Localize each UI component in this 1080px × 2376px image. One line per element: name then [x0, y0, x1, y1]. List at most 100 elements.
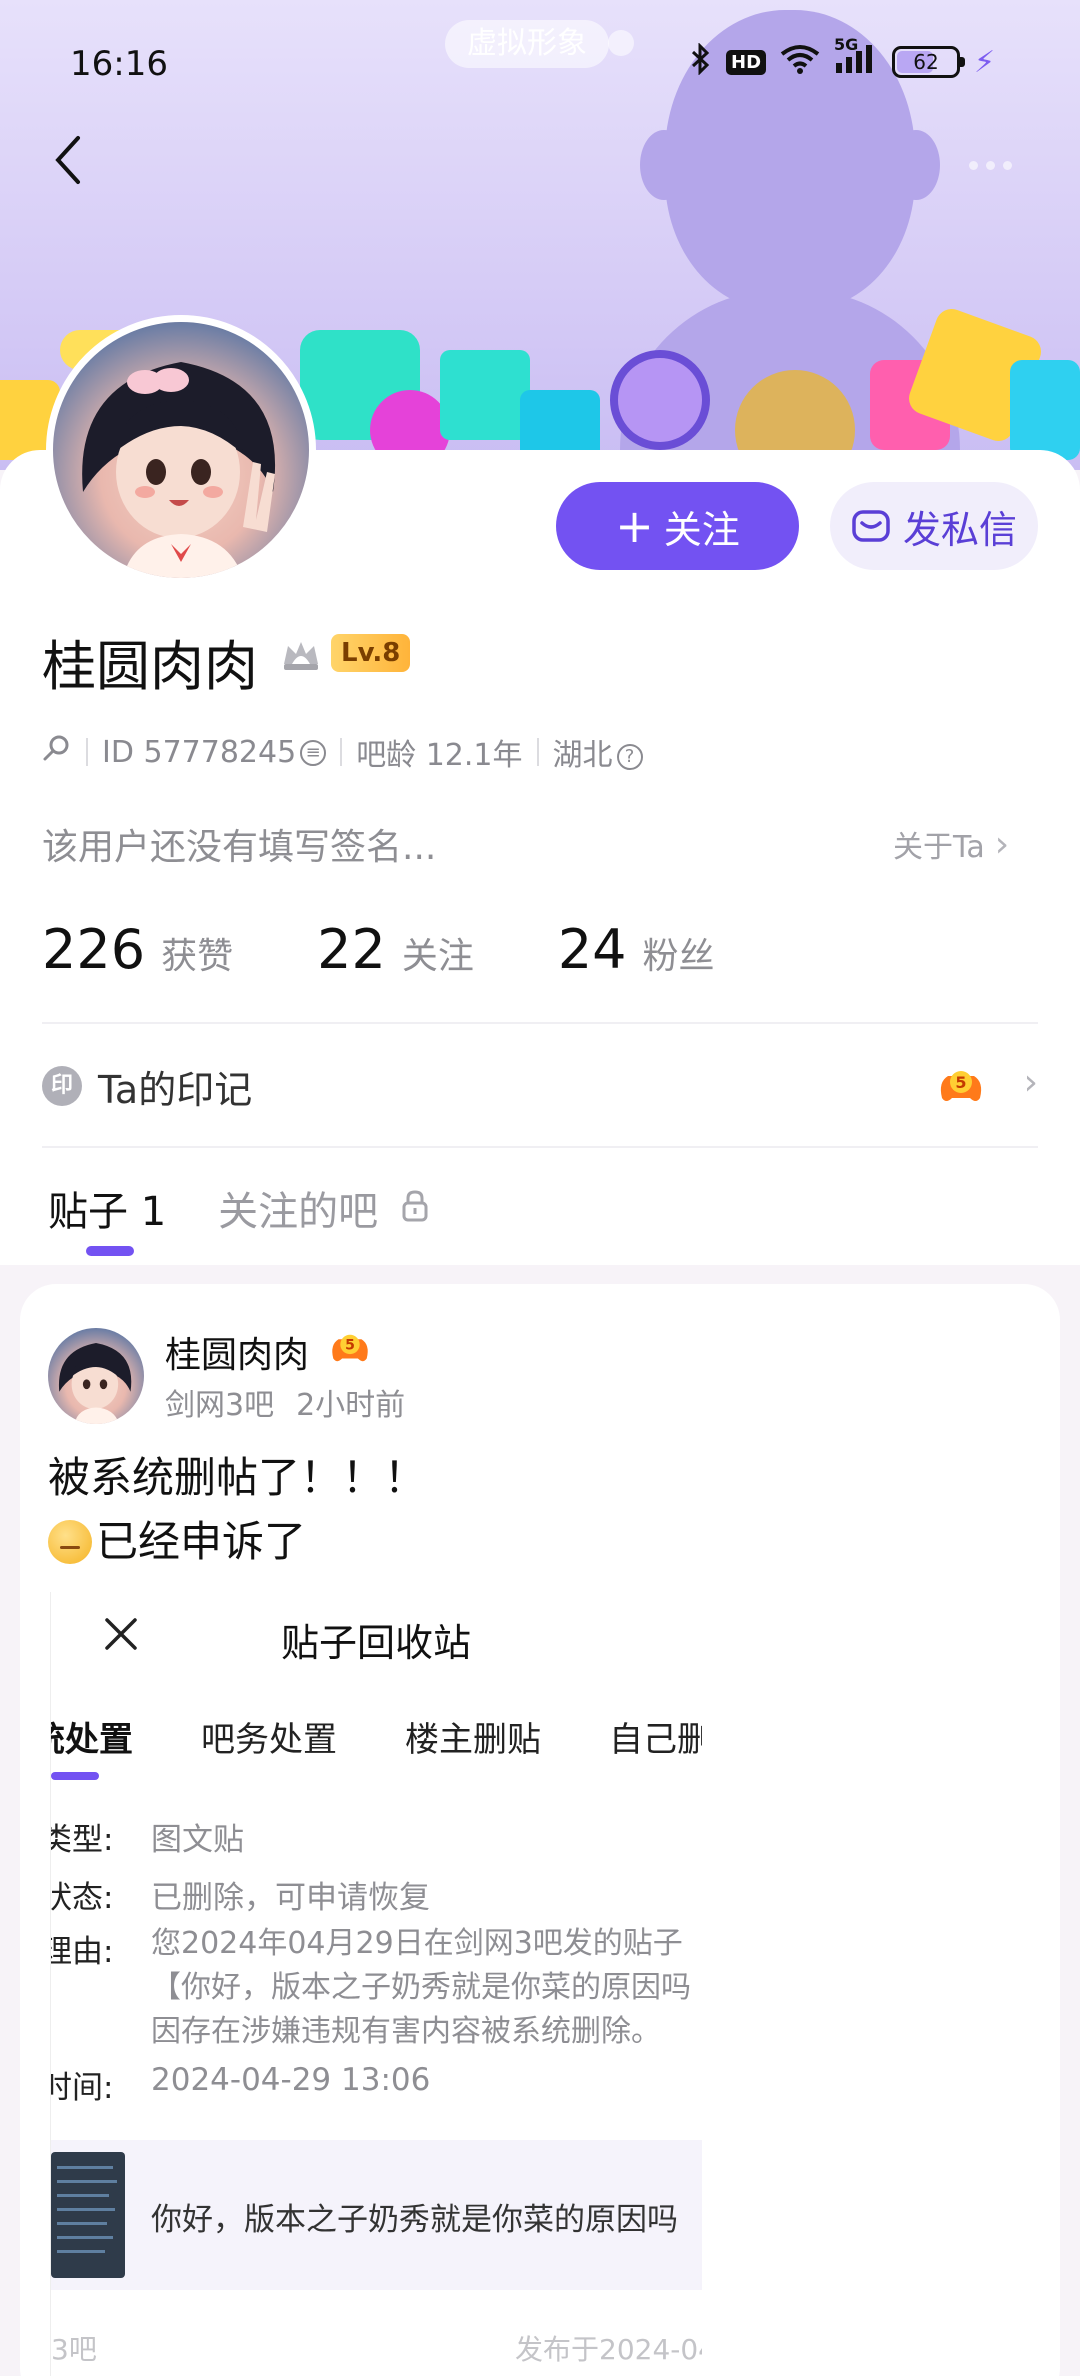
embed-tab: 楼主删贴 — [405, 1720, 541, 1760]
embed-reason-line: 您2024年04月29日在剑网3吧发的贴子 — [151, 1926, 683, 1961]
embed-field: 理由: — [51, 1926, 114, 1971]
location-text: 湖北 — [552, 738, 613, 773]
banner-decoration — [440, 350, 530, 440]
thumb-line — [57, 2180, 117, 2183]
network-type: 5G — [834, 34, 859, 54]
post-time: 2小时前 — [296, 1388, 406, 1423]
status-icons: HD 5G 62 ⚡ — [690, 35, 996, 82]
embed-field-label: 时间: — [51, 2070, 114, 2106]
tab-posts[interactable]: 贴子 1 — [48, 1179, 166, 1237]
embed-field-value: 2024-04-29 13:06 — [151, 2062, 431, 2098]
tab-indicator — [86, 1246, 134, 1256]
status-time: 16:16 — [70, 44, 168, 84]
divider — [86, 738, 88, 766]
embed-reason: 您2024年04月29日在剑网3吧发的贴子 【你好，版本之子奶秀就是你菜的原因吗… — [151, 1922, 691, 2054]
hd-badge: HD — [726, 49, 767, 75]
dm-label: 发私信 — [902, 507, 1017, 552]
embed-reason-line: 因存在涉嫌违规有害内容被系统删除。 — [151, 2014, 661, 2049]
embed-footer-date: 发布于2024-04 — [515, 2333, 702, 2366]
mail-icon — [852, 510, 890, 542]
battery-level: 62 — [913, 50, 939, 74]
thumb-line — [57, 2208, 115, 2211]
username: 桂圆肉肉 — [42, 635, 258, 698]
ta-mark-row[interactable]: 印 Ta的印记 5 › — [42, 1058, 1038, 1114]
back-button[interactable] — [48, 130, 108, 200]
avatar-silhouette-ear — [640, 130, 688, 200]
post-author-avatar[interactable] — [48, 1328, 144, 1424]
chevron-right-icon: › — [994, 823, 1010, 865]
post-title-line-2: 已经申诉了 — [48, 1510, 426, 1574]
chevron-right-icon: › — [1023, 1062, 1038, 1103]
svg-text:5: 5 — [955, 1073, 966, 1092]
crown-badge-icon — [280, 634, 322, 676]
embed-deleted-post: 你好，版本之子奶秀就是你菜的原因吗 — [51, 2140, 702, 2290]
unamused-emoji-icon — [48, 1520, 92, 1564]
charging-icon: ⚡ — [974, 44, 996, 80]
location[interactable]: 湖北? — [553, 730, 643, 774]
avatar-illustration — [82, 362, 276, 578]
bar-age: 吧龄 12.1年 — [356, 738, 523, 773]
stat-label: 获赞 — [161, 936, 234, 977]
post-title: 被系统删帖了！！！ 已经申诉了 — [48, 1446, 426, 1574]
recycle-bin-title: 贴子回收站 — [281, 1621, 472, 1665]
thumb-line — [57, 2194, 109, 2197]
level-badge: Lv.8 — [331, 634, 411, 672]
user-id[interactable]: ID 57778245 ≡ — [102, 734, 327, 770]
stat-label: 关注 — [401, 936, 474, 977]
search-user-icon[interactable] — [42, 733, 72, 771]
stat-value: 226 — [42, 918, 146, 981]
embed-field: 类型: 图文贴 — [51, 1814, 244, 1859]
embed-footer-bar: 3吧 — [51, 2333, 97, 2366]
stat-fans[interactable]: 24 粉丝 — [558, 918, 715, 981]
help-icon[interactable]: ? — [616, 743, 643, 770]
embed-field-label: 理由: — [51, 1934, 114, 1970]
direct-message-button[interactable]: 发私信 — [830, 482, 1038, 570]
post-image[interactable]: 贴子回收站 统处置 吧务处置 楼主删贴 自己删 类型: 图文贴 状态: 已删除，… — [50, 1592, 702, 2376]
embed-field-value: 图文贴 — [151, 1822, 244, 1858]
stat-value: 24 — [557, 918, 627, 981]
battery-icon: 62 — [892, 46, 966, 78]
embed-field-label: 类型: — [51, 1822, 114, 1858]
chevron-left-icon — [55, 136, 80, 184]
camera-dot — [608, 30, 634, 56]
thumb-line — [57, 2236, 113, 2239]
close-icon — [101, 1614, 141, 1658]
embed-post-text: 你好，版本之子奶秀就是你菜的原因吗 — [151, 2202, 678, 2238]
seal-icon: 印 — [42, 1066, 82, 1106]
follow-label: 关注 — [663, 507, 740, 552]
embed-field-value: 已删除，可申请恢复 — [151, 1880, 430, 1916]
user-bio: 该用户还没有填写签名... — [42, 827, 437, 868]
embed-reason-line: 【你好，版本之子奶秀就是你菜的原因吗 — [151, 1970, 691, 2005]
stat-likes[interactable]: 226 获赞 — [42, 918, 233, 981]
avatar[interactable] — [46, 315, 316, 585]
embed-tab: 自己删 — [609, 1720, 702, 1760]
follow-button[interactable]: + 关注 — [556, 482, 799, 570]
gamepad-badge-icon: 5 — [328, 1328, 372, 1368]
profile-stats: 226 获赞 22 关注 24 粉丝 — [42, 918, 799, 988]
embed-field: 时间: 2024-04-29 13:06 — [51, 2062, 430, 2107]
more-button[interactable] — [955, 150, 1025, 180]
embed-tab-indicator — [51, 1772, 99, 1780]
post-meta: 剑网3吧 2小时前 — [165, 1380, 405, 1424]
about-ta-link[interactable]: 关于Ta › — [893, 822, 1009, 866]
copy-icon[interactable]: ≡ — [300, 740, 327, 766]
wifi-icon — [780, 44, 820, 81]
tab-followed-bars[interactable]: 关注的吧 — [218, 1179, 378, 1237]
stat-label: 粉丝 — [642, 936, 715, 977]
plus-icon: + — [615, 499, 654, 553]
post-title-text: 已经申诉了 — [96, 1517, 307, 1566]
user-id-text: ID 57778245 — [102, 734, 297, 770]
divider — [340, 738, 343, 766]
divider — [42, 1146, 1038, 1148]
thumb-line — [57, 2250, 105, 2253]
stat-following[interactable]: 22 关注 — [317, 918, 474, 981]
virtual-avatar-tag[interactable]: 虚拟形象 — [445, 20, 609, 68]
post-author[interactable]: 桂圆肉肉 — [165, 1326, 309, 1378]
avatar-silhouette-ear — [892, 130, 940, 200]
mark-label: Ta的印记 — [98, 1067, 253, 1112]
lock-icon — [400, 1189, 430, 1227]
post-bar[interactable]: 剑网3吧 — [165, 1380, 274, 1424]
banner-decoration — [610, 350, 710, 450]
gamepad-badge-icon: 5 — [936, 1064, 986, 1108]
embed-field-label: 状态: — [51, 1880, 114, 1916]
